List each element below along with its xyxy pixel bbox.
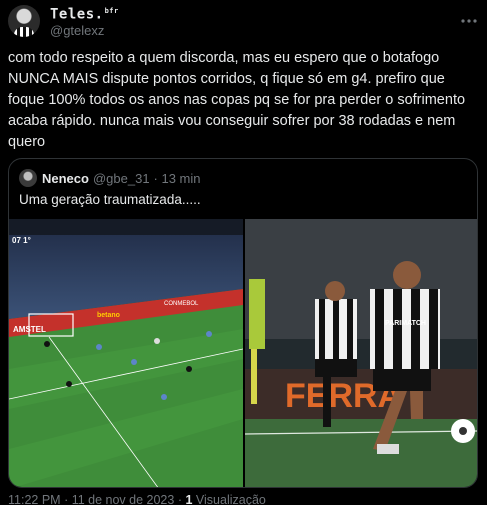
tweet-footer: 11:22 PM · 11 de nov de 2023 · 1 Visuali…: [8, 493, 266, 505]
quote-header: Neneco @gbe_31 · 13 min: [19, 169, 201, 187]
tweet[interactable]: Teles.bfr @gtelexz com todo respeito a q…: [0, 0, 487, 505]
quote-text: Uma geração traumatizada.....: [19, 192, 201, 207]
photo-penalty-kick[interactable]: FERRA PARIMATCH: [245, 219, 477, 487]
avatar[interactable]: [8, 5, 40, 37]
tweet-text: com todo respeito a quem discorda, mas e…: [8, 50, 466, 150]
author-names: Teles.bfr @gtelexz: [50, 3, 119, 39]
author-display-name[interactable]: Teles.bfr: [50, 3, 119, 23]
shirt-sponsor: PARIMATCH: [385, 320, 426, 327]
tweet-date[interactable]: 11 de nov de 2023: [72, 493, 175, 505]
tweet-time[interactable]: 11:22 PM: [8, 493, 61, 505]
quote-avatar: [19, 169, 37, 187]
tweet-header: Teles.bfr @gtelexz: [8, 4, 479, 38]
quote-author-handle: @gbe_31: [92, 170, 150, 186]
more-horizontal-icon[interactable]: [459, 11, 479, 31]
photo-stadium-match[interactable]: 07 1° AMSTEL betano CONMEBOL: [9, 219, 243, 487]
quote-time: · 13 min: [153, 170, 201, 186]
quoted-tweet[interactable]: Neneco @gbe_31 · 13 min Uma geração trau…: [8, 158, 478, 488]
views-count: 1: [185, 493, 193, 505]
ad-banner-2: CONMEBOL: [164, 301, 199, 307]
author-handle[interactable]: @gtelexz: [50, 23, 119, 39]
quote-author-name: Neneco: [42, 170, 89, 186]
author-badge: bfr: [104, 7, 119, 16]
views-label: Visualização: [195, 493, 266, 505]
quote-media: 07 1° AMSTEL betano CONMEBOL FERRA PARIM…: [9, 219, 477, 487]
scoreboard: 07 1°: [12, 236, 31, 245]
ad-banner-1: betano: [97, 312, 120, 319]
